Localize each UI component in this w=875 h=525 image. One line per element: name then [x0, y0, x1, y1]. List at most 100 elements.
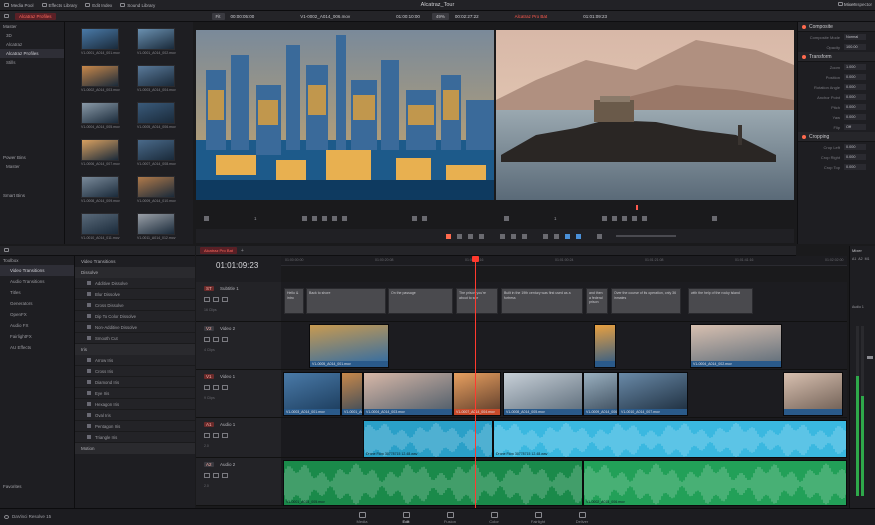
linked-selection-icon[interactable] — [554, 233, 559, 239]
eye-icon[interactable] — [213, 433, 219, 438]
prev-frame-button[interactable] — [301, 215, 307, 221]
effects-tree-item[interactable]: Audio FX — [0, 320, 74, 331]
replace-clip-icon[interactable] — [522, 233, 527, 239]
subtitle-clip[interactable]: Over the course of its operation, only 3… — [611, 288, 681, 314]
media-clip-thumbnail[interactable] — [137, 213, 175, 235]
inspector-value[interactable]: 1.000 — [844, 64, 866, 70]
tl-next-frame-button[interactable] — [641, 215, 647, 221]
audio-clip[interactable]: V1-0001_A014_005.mov — [283, 460, 583, 506]
inspector-value[interactable]: 100.00 — [844, 44, 866, 50]
effect-item[interactable]: Eye Iris — [75, 388, 195, 399]
playhead-handle[interactable] — [472, 256, 479, 262]
source-viewer[interactable] — [196, 30, 494, 200]
effect-item[interactable]: Blur Dissolve — [75, 289, 195, 300]
loop-button[interactable] — [411, 215, 417, 221]
page-tab-color[interactable]: Color — [474, 509, 514, 524]
inspector-toggle[interactable]: Inspector — [853, 2, 872, 7]
mute-icon[interactable] — [222, 433, 228, 438]
subtitle-clip[interactable]: Hello & intro — [284, 288, 304, 314]
effect-item[interactable]: Pentagon Iris — [75, 421, 195, 432]
track-badge[interactable]: V2 — [204, 326, 214, 331]
composite-header[interactable]: Composite — [798, 22, 875, 32]
zoom-icon[interactable] — [597, 233, 602, 239]
scrubber-playhead[interactable] — [636, 205, 638, 210]
effect-item[interactable]: Smooth Cut — [75, 333, 195, 344]
effects-tree-item[interactable]: FairlightFX — [0, 331, 74, 342]
video-clip[interactable]: V1-0009_A014_006.mov — [583, 372, 618, 416]
eye-icon[interactable] — [213, 337, 219, 342]
track-badge[interactable]: V1 — [204, 374, 214, 379]
bin-alcatraz[interactable]: Alcatraz — [0, 40, 64, 49]
page-tab-fairlight[interactable]: Fairlight — [518, 509, 558, 524]
effect-item[interactable]: Arrow Iris — [75, 355, 195, 366]
stop-button[interactable] — [321, 215, 327, 221]
lock-icon[interactable] — [204, 337, 210, 342]
mute-icon[interactable] — [222, 297, 228, 302]
motion-group[interactable]: Motion — [75, 443, 195, 454]
subtitle-clip[interactable]: and then a federal prison — [586, 288, 608, 314]
mark-in-button[interactable] — [421, 215, 427, 221]
subtitle-clip[interactable]: with the help of the rocky island — [688, 288, 753, 314]
zoom-slider[interactable] — [616, 235, 676, 237]
video-clip[interactable]: V1-0001_A014_002.mov — [341, 372, 363, 416]
bin-selector[interactable]: Alcatraz Profiles — [15, 12, 56, 20]
inspector-value[interactable]: 0.000 — [844, 94, 866, 100]
lock-icon[interactable] — [204, 433, 210, 438]
snapping-icon[interactable] — [543, 233, 548, 239]
iris-group[interactable]: Iris — [75, 344, 195, 355]
tl-prev-frame-button[interactable] — [601, 215, 607, 221]
subtitle-clip[interactable]: The prison you're about to see — [456, 288, 498, 314]
subtitle-clip[interactable]: Back to shore — [306, 288, 386, 314]
media-clip-thumbnail[interactable] — [81, 28, 119, 50]
effect-item[interactable]: Oval Iris — [75, 410, 195, 421]
effect-item[interactable]: Hexagon Iris — [75, 399, 195, 410]
inspector-value[interactable]: 0.000 — [844, 154, 866, 160]
mute-icon[interactable] — [222, 385, 228, 390]
tl-stop-button[interactable] — [621, 215, 627, 221]
tl-loop-button[interactable] — [711, 215, 717, 221]
blade-tool-icon[interactable] — [479, 233, 484, 239]
media-clip-thumbnail[interactable] — [137, 65, 175, 87]
media-clip-thumbnail[interactable] — [81, 102, 119, 124]
marker-icon[interactable] — [576, 233, 581, 239]
page-tab-deliver[interactable]: Deliver — [562, 509, 602, 524]
timeline-viewer-options-icon[interactable] — [504, 215, 509, 221]
timeline-zoom[interactable]: 49% — [431, 12, 449, 20]
eye-icon[interactable] — [213, 473, 219, 478]
media-clip-thumbnail[interactable] — [81, 213, 119, 235]
fader-handle[interactable] — [867, 356, 873, 359]
lock-icon[interactable] — [204, 473, 210, 478]
video-clip[interactable] — [594, 324, 616, 368]
effects-tree-item[interactable]: Generators — [0, 298, 74, 309]
inspector-value[interactable]: 0.000 — [844, 144, 866, 150]
inspector-value[interactable]: 0.000 — [844, 114, 866, 120]
video-clip[interactable] — [783, 372, 843, 416]
audio-clip[interactable]: Drone Flow 30778715 12.48.wav — [363, 420, 493, 458]
media-clip-thumbnail[interactable] — [81, 176, 119, 198]
favorites-header[interactable]: Favorites — [0, 482, 22, 491]
mute-icon[interactable] — [222, 337, 228, 342]
bin-alcatraz-profiles[interactable]: Alcatraz Profiles — [0, 49, 64, 58]
lock-icon[interactable] — [204, 385, 210, 390]
mute-icon[interactable] — [222, 473, 228, 478]
effect-item[interactable]: Triangle Iris — [75, 432, 195, 443]
subtitle-clip[interactable]: Built in the 19th century was first used… — [501, 288, 583, 314]
effect-item[interactable]: Non-Additive Dissolve — [75, 322, 195, 333]
media-clip-thumbnail[interactable] — [137, 139, 175, 161]
bin-3d[interactable]: 3D — [0, 31, 64, 40]
toolbox-header[interactable]: Toolbox — [0, 256, 74, 265]
effects-list-icon[interactable] — [4, 248, 9, 252]
add-timeline-icon[interactable]: + — [241, 248, 244, 254]
source-zoom[interactable]: Fit — [211, 12, 225, 20]
trim-tool-icon[interactable] — [457, 233, 462, 239]
subtitle-clip[interactable]: On the passage — [388, 288, 453, 314]
effect-item[interactable]: Dip To Color Dissolve — [75, 311, 195, 322]
timeline-ruler[interactable]: 01:00:00:0001:00:20:0801:00:40:1601:01:0… — [281, 256, 847, 266]
page-tab-edit[interactable]: Edit — [386, 509, 426, 524]
transform-header[interactable]: Transform — [798, 52, 875, 62]
composite-enable-icon[interactable] — [802, 24, 806, 29]
power-bin-master[interactable]: Master — [0, 162, 64, 171]
inspector-value[interactable]: 0.000 — [844, 74, 866, 80]
track-badge[interactable]: A1 — [204, 422, 214, 427]
track-badge[interactable]: A2 — [204, 462, 214, 467]
